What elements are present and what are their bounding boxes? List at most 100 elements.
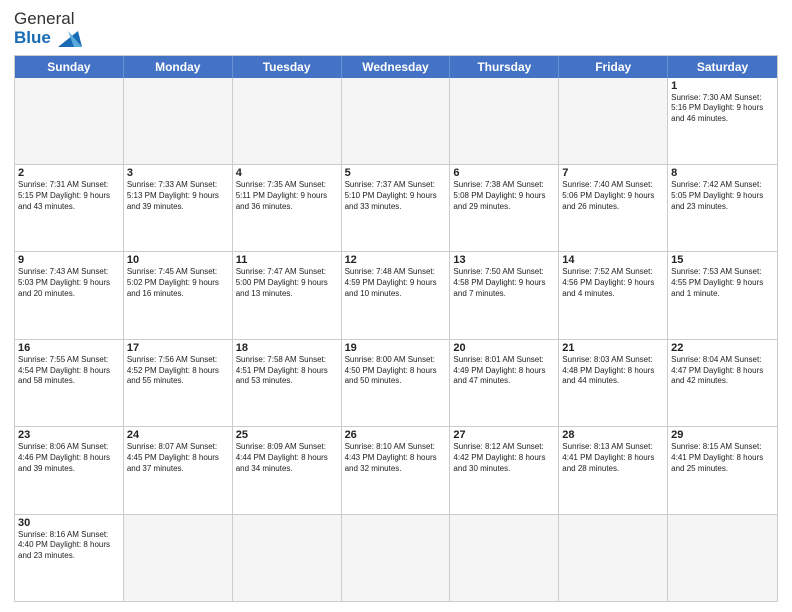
- day-number: 25: [236, 429, 338, 441]
- day-info: Sunrise: 8:12 AM Sunset: 4:42 PM Dayligh…: [453, 442, 555, 474]
- calendar-row-2: 9Sunrise: 7:43 AM Sunset: 5:03 PM Daylig…: [15, 251, 777, 338]
- day-info: Sunrise: 7:53 AM Sunset: 4:55 PM Dayligh…: [671, 267, 774, 299]
- empty-cell-0-1: [124, 78, 233, 164]
- day-cell-6: 6Sunrise: 7:38 AM Sunset: 5:08 PM Daylig…: [450, 165, 559, 251]
- day-number: 24: [127, 429, 229, 441]
- day-cell-29: 29Sunrise: 8:15 AM Sunset: 4:41 PM Dayli…: [668, 427, 777, 513]
- empty-cell-0-5: [559, 78, 668, 164]
- day-cell-30: 30Sunrise: 8:16 AM Sunset: 4:40 PM Dayli…: [15, 515, 124, 601]
- day-number: 23: [18, 429, 120, 441]
- logo-triangle-icon: [54, 29, 82, 49]
- day-cell-5: 5Sunrise: 7:37 AM Sunset: 5:10 PM Daylig…: [342, 165, 451, 251]
- day-number: 21: [562, 342, 664, 354]
- day-cell-4: 4Sunrise: 7:35 AM Sunset: 5:11 PM Daylig…: [233, 165, 342, 251]
- day-info: Sunrise: 7:43 AM Sunset: 5:03 PM Dayligh…: [18, 267, 120, 299]
- day-info: Sunrise: 7:38 AM Sunset: 5:08 PM Dayligh…: [453, 180, 555, 212]
- day-number: 29: [671, 429, 774, 441]
- day-number: 28: [562, 429, 664, 441]
- day-number: 16: [18, 342, 120, 354]
- logo-wordmark: General Blue: [14, 10, 82, 49]
- weekday-header-thursday: Thursday: [450, 56, 559, 78]
- day-info: Sunrise: 8:07 AM Sunset: 4:45 PM Dayligh…: [127, 442, 229, 474]
- empty-cell-0-4: [450, 78, 559, 164]
- day-info: Sunrise: 7:50 AM Sunset: 4:58 PM Dayligh…: [453, 267, 555, 299]
- day-info: Sunrise: 7:48 AM Sunset: 4:59 PM Dayligh…: [345, 267, 447, 299]
- day-number: 12: [345, 254, 447, 266]
- day-number: 2: [18, 167, 120, 179]
- empty-cell-0-2: [233, 78, 342, 164]
- day-info: Sunrise: 7:40 AM Sunset: 5:06 PM Dayligh…: [562, 180, 664, 212]
- day-cell-11: 11Sunrise: 7:47 AM Sunset: 5:00 PM Dayli…: [233, 252, 342, 338]
- day-number: 10: [127, 254, 229, 266]
- day-number: 7: [562, 167, 664, 179]
- day-cell-8: 8Sunrise: 7:42 AM Sunset: 5:05 PM Daylig…: [668, 165, 777, 251]
- empty-cell-5-1: [124, 515, 233, 601]
- day-info: Sunrise: 8:13 AM Sunset: 4:41 PM Dayligh…: [562, 442, 664, 474]
- weekday-header-tuesday: Tuesday: [233, 56, 342, 78]
- day-info: Sunrise: 7:37 AM Sunset: 5:10 PM Dayligh…: [345, 180, 447, 212]
- weekday-header-wednesday: Wednesday: [342, 56, 451, 78]
- day-number: 30: [18, 517, 120, 529]
- page: General Blue SundayMondayTuesdayWednesda…: [0, 0, 792, 612]
- calendar-body: 1Sunrise: 7:30 AM Sunset: 5:16 PM Daylig…: [15, 78, 777, 601]
- day-cell-7: 7Sunrise: 7:40 AM Sunset: 5:06 PM Daylig…: [559, 165, 668, 251]
- day-cell-28: 28Sunrise: 8:13 AM Sunset: 4:41 PM Dayli…: [559, 427, 668, 513]
- day-info: Sunrise: 8:06 AM Sunset: 4:46 PM Dayligh…: [18, 442, 120, 474]
- day-info: Sunrise: 8:01 AM Sunset: 4:49 PM Dayligh…: [453, 355, 555, 387]
- logo-blue-text: Blue: [14, 29, 51, 48]
- day-info: Sunrise: 7:45 AM Sunset: 5:02 PM Dayligh…: [127, 267, 229, 299]
- day-number: 5: [345, 167, 447, 179]
- day-cell-23: 23Sunrise: 8:06 AM Sunset: 4:46 PM Dayli…: [15, 427, 124, 513]
- day-number: 6: [453, 167, 555, 179]
- header: General Blue: [14, 10, 778, 49]
- empty-cell-5-5: [559, 515, 668, 601]
- day-info: Sunrise: 7:30 AM Sunset: 5:16 PM Dayligh…: [671, 93, 774, 125]
- empty-cell-5-6: [668, 515, 777, 601]
- day-number: 3: [127, 167, 229, 179]
- day-cell-2: 2Sunrise: 7:31 AM Sunset: 5:15 PM Daylig…: [15, 165, 124, 251]
- day-info: Sunrise: 8:10 AM Sunset: 4:43 PM Dayligh…: [345, 442, 447, 474]
- day-info: Sunrise: 7:58 AM Sunset: 4:51 PM Dayligh…: [236, 355, 338, 387]
- day-info: Sunrise: 7:31 AM Sunset: 5:15 PM Dayligh…: [18, 180, 120, 212]
- day-number: 9: [18, 254, 120, 266]
- day-number: 13: [453, 254, 555, 266]
- calendar-row-1: 2Sunrise: 7:31 AM Sunset: 5:15 PM Daylig…: [15, 164, 777, 251]
- empty-cell-0-3: [342, 78, 451, 164]
- day-cell-12: 12Sunrise: 7:48 AM Sunset: 4:59 PM Dayli…: [342, 252, 451, 338]
- day-info: Sunrise: 7:47 AM Sunset: 5:00 PM Dayligh…: [236, 267, 338, 299]
- calendar: SundayMondayTuesdayWednesdayThursdayFrid…: [14, 55, 778, 602]
- day-number: 11: [236, 254, 338, 266]
- day-cell-18: 18Sunrise: 7:58 AM Sunset: 4:51 PM Dayli…: [233, 340, 342, 426]
- day-cell-13: 13Sunrise: 7:50 AM Sunset: 4:58 PM Dayli…: [450, 252, 559, 338]
- calendar-row-3: 16Sunrise: 7:55 AM Sunset: 4:54 PM Dayli…: [15, 339, 777, 426]
- day-cell-19: 19Sunrise: 8:00 AM Sunset: 4:50 PM Dayli…: [342, 340, 451, 426]
- day-number: 8: [671, 167, 774, 179]
- day-number: 20: [453, 342, 555, 354]
- day-info: Sunrise: 8:04 AM Sunset: 4:47 PM Dayligh…: [671, 355, 774, 387]
- day-info: Sunrise: 8:15 AM Sunset: 4:41 PM Dayligh…: [671, 442, 774, 474]
- day-number: 1: [671, 80, 774, 92]
- day-cell-16: 16Sunrise: 7:55 AM Sunset: 4:54 PM Dayli…: [15, 340, 124, 426]
- day-cell-22: 22Sunrise: 8:04 AM Sunset: 4:47 PM Dayli…: [668, 340, 777, 426]
- day-number: 15: [671, 254, 774, 266]
- calendar-row-0: 1Sunrise: 7:30 AM Sunset: 5:16 PM Daylig…: [15, 78, 777, 164]
- day-number: 4: [236, 167, 338, 179]
- day-cell-24: 24Sunrise: 8:07 AM Sunset: 4:45 PM Dayli…: [124, 427, 233, 513]
- day-info: Sunrise: 8:00 AM Sunset: 4:50 PM Dayligh…: [345, 355, 447, 387]
- day-cell-25: 25Sunrise: 8:09 AM Sunset: 4:44 PM Dayli…: [233, 427, 342, 513]
- day-cell-26: 26Sunrise: 8:10 AM Sunset: 4:43 PM Dayli…: [342, 427, 451, 513]
- weekday-header-sunday: Sunday: [15, 56, 124, 78]
- empty-cell-5-3: [342, 515, 451, 601]
- day-info: Sunrise: 7:42 AM Sunset: 5:05 PM Dayligh…: [671, 180, 774, 212]
- day-info: Sunrise: 7:52 AM Sunset: 4:56 PM Dayligh…: [562, 267, 664, 299]
- day-info: Sunrise: 8:09 AM Sunset: 4:44 PM Dayligh…: [236, 442, 338, 474]
- empty-cell-5-4: [450, 515, 559, 601]
- day-cell-15: 15Sunrise: 7:53 AM Sunset: 4:55 PM Dayli…: [668, 252, 777, 338]
- weekday-header-friday: Friday: [559, 56, 668, 78]
- logo: General Blue: [14, 10, 82, 49]
- empty-cell-5-2: [233, 515, 342, 601]
- day-number: 14: [562, 254, 664, 266]
- day-number: 18: [236, 342, 338, 354]
- weekday-header-monday: Monday: [124, 56, 233, 78]
- day-info: Sunrise: 7:33 AM Sunset: 5:13 PM Dayligh…: [127, 180, 229, 212]
